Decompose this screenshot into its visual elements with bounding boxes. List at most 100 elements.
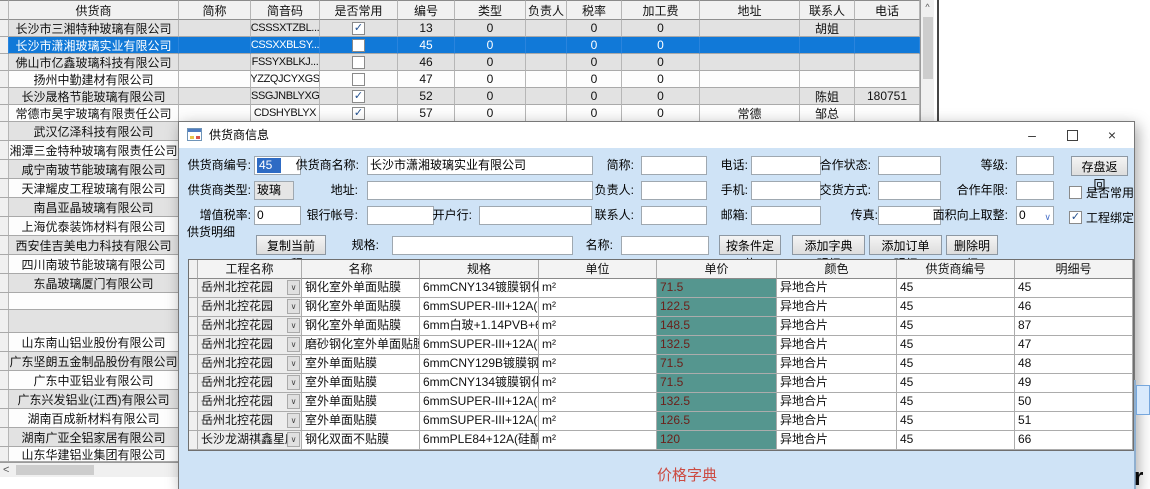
supplier-list-item[interactable]: 湖南百成新材料有限公司 [0, 409, 179, 428]
grid-cell-project[interactable]: 岳州北控花园∨ [198, 393, 302, 412]
combo-dropdown-icon[interactable]: ∨ [287, 356, 300, 371]
grid-cell-color[interactable]: 异地合片 [777, 317, 897, 336]
grid-cell-price[interactable]: 132.5 [657, 393, 777, 412]
table-row[interactable]: 长沙市潇湘玻璃实业有限公司CSSXXBLSY...45000 [0, 37, 920, 54]
grid-cell-unit[interactable]: m² [539, 298, 657, 317]
grid-row[interactable]: 岳州北控花园∨钢化室外单面贴膜6mmCNY134镀膜钢化m²71.5异地合片45… [189, 279, 1133, 298]
add-dictionary-detail-button[interactable]: 添加字典明细 [792, 235, 865, 255]
supplier-list-item[interactable] [0, 293, 179, 310]
column-header[interactable]: 类型 [455, 0, 526, 20]
grid-cell-spec[interactable]: 6mmCNY134镀膜钢化 [420, 279, 539, 298]
grid-column-header[interactable]: 名称 [302, 260, 420, 279]
scrollbar-thumb[interactable] [16, 465, 94, 475]
grid-cell-unit[interactable]: m² [539, 336, 657, 355]
dialog-titlebar[interactable]: 供货商信息 – × [179, 122, 1134, 148]
supplier-list-item[interactable]: 广东兴发铝业(江西)有限公司 [0, 390, 179, 409]
grid-column-header[interactable]: 工程名称 [198, 260, 302, 279]
grid-cell-unit[interactable]: m² [539, 374, 657, 393]
supplier-list-item[interactable]: 天津耀皮工程玻璃有限公司 [0, 179, 179, 198]
grid-cell-price[interactable]: 122.5 [657, 298, 777, 317]
supplier-list-item[interactable]: 咸宁南玻节能玻璃有限公司 [0, 160, 179, 179]
name-filter-input[interactable] [621, 236, 709, 255]
grid-row[interactable]: 岳州北控花园∨室外单面贴膜6mmCNY134镀膜钢化m²71.5异地合片4549 [189, 374, 1133, 393]
column-header[interactable]: 供货商 [9, 0, 179, 20]
grid-column-header[interactable]: 单价 [657, 260, 777, 279]
scroll-left-icon[interactable]: < [3, 463, 9, 477]
grid-cell-color[interactable]: 异地合片 [777, 431, 897, 450]
grid-cell-project[interactable]: 岳州北控花园∨ [198, 279, 302, 298]
grid-cell-color[interactable]: 异地合片 [777, 298, 897, 317]
column-header[interactable]: 地址 [700, 0, 800, 20]
table-row[interactable]: 长沙晟格节能玻璃有限公司CSSGJNBLYXGS✓52000陈姐180751 [0, 88, 920, 105]
delete-detail-button[interactable]: 删除明细 [946, 235, 998, 255]
column-header[interactable]: 加工费 [622, 0, 700, 20]
grid-cell-unit[interactable]: m² [539, 412, 657, 431]
address-input[interactable] [367, 181, 593, 200]
grid-cell-name[interactable]: 室外单面贴膜 [302, 374, 420, 393]
supplier-type-input[interactable]: 玻璃 [254, 181, 294, 200]
supplier-list-item[interactable]: 西安佳吉美电力科技有限公司 [0, 236, 179, 255]
grid-column-header[interactable]: 单位 [539, 260, 657, 279]
combo-dropdown-icon[interactable]: ∨ [287, 337, 300, 352]
save-return-button[interactable]: 存盘返回 [1071, 156, 1128, 176]
minimize-button[interactable]: – [1012, 122, 1052, 148]
supplier-list-item[interactable]: 湖南广亚全铝家居有限公司 [0, 428, 179, 447]
grid-cell-spec[interactable]: 6mmSUPER-III+12A(硅... [420, 336, 539, 355]
supplier-list-item[interactable]: 山东华建铝业集团有限公司 [0, 447, 179, 462]
grid-column-header[interactable]: 颜色 [777, 260, 897, 279]
delivery-method-input[interactable] [878, 181, 941, 200]
grid-row[interactable]: 岳州北控花园∨钢化室外单面贴膜6mmSUPER-III+12A(硅...m²12… [189, 298, 1133, 317]
grid-cell-project[interactable]: 岳州北控花园∨ [198, 412, 302, 431]
grid-cell-spec[interactable]: 6mmSUPER-III+12A(硅... [420, 298, 539, 317]
grid-cell-name[interactable]: 钢化室外单面贴膜 [302, 317, 420, 336]
grid-cell-supplier_no[interactable]: 45 [897, 279, 1015, 298]
combo-dropdown-icon[interactable]: ∨ [287, 299, 300, 314]
maximize-button[interactable] [1052, 122, 1092, 148]
bank-branch-input[interactable] [479, 206, 592, 225]
supplier-list-item[interactable]: 广东中亚铝业有限公司 [0, 371, 179, 390]
grid-row[interactable]: 长沙龙湖祺鑫星座∨钢化双面不贴膜6mmPLE84+12A(硅酮胶...m²120… [189, 431, 1133, 450]
checkbox-common[interactable] [352, 56, 365, 69]
grid-cell-color[interactable]: 异地合片 [777, 412, 897, 431]
project-binding-checkbox[interactable]: ✓ 工程绑定 [1069, 209, 1134, 226]
grid-cell-project[interactable]: 岳州北控花园∨ [198, 336, 302, 355]
grid-cell-name[interactable]: 室外单面贴膜 [302, 412, 420, 431]
grid-column-header[interactable]: 明细号 [1015, 260, 1133, 279]
grid-cell-detail_no[interactable]: 66 [1015, 431, 1133, 450]
scroll-up-icon[interactable]: ^ [921, 0, 934, 15]
combo-dropdown-icon[interactable]: ∨ [287, 432, 300, 447]
email-input[interactable] [751, 206, 821, 225]
supplier-list-item[interactable] [0, 310, 179, 333]
grade-input[interactable] [1016, 156, 1054, 175]
grid-cell-supplier_no[interactable]: 45 [897, 317, 1015, 336]
checkbox-common[interactable]: ✓ [352, 107, 365, 120]
grid-cell-price[interactable]: 120 [657, 431, 777, 450]
combo-dropdown-icon[interactable]: ∨ [287, 318, 300, 333]
grid-cell-unit[interactable]: m² [539, 279, 657, 298]
combo-dropdown-icon[interactable]: ∨ [287, 375, 300, 390]
contact-input[interactable] [641, 206, 707, 225]
grid-cell-spec[interactable]: 6mm白玻+1.14PVB+6mm... [420, 317, 539, 336]
grid-cell-detail_no[interactable]: 47 [1015, 336, 1133, 355]
column-header[interactable]: 负责人 [526, 0, 567, 20]
column-header[interactable]: 联系人 [800, 0, 855, 20]
grid-cell-name[interactable]: 钢化双面不贴膜 [302, 431, 420, 450]
supplier-list-item[interactable]: 上海优泰装饰材料有限公司 [0, 217, 179, 236]
table-row[interactable]: 长沙市三湘特种玻璃有限公司CSSSXTZBL...✓13000胡姐 [0, 20, 920, 37]
grid-cell-supplier_no[interactable]: 45 [897, 393, 1015, 412]
coop-years-input[interactable] [1016, 181, 1054, 200]
combo-dropdown-icon[interactable]: ∨ [287, 280, 300, 295]
grid-cell-color[interactable]: 异地合片 [777, 355, 897, 374]
grid-cell-name[interactable]: 室外单面贴膜 [302, 393, 420, 412]
grid-cell-supplier_no[interactable]: 45 [897, 298, 1015, 317]
column-header[interactable]: 编号 [398, 0, 455, 20]
grid-cell-spec[interactable]: 6mmCNY134镀膜钢化 [420, 374, 539, 393]
column-header[interactable]: 是否常用 [320, 0, 398, 20]
manager-input[interactable] [641, 181, 707, 200]
grid-cell-name[interactable]: 钢化室外单面贴膜 [302, 279, 420, 298]
grid-cell-detail_no[interactable]: 49 [1015, 374, 1133, 393]
grid-column-header[interactable]: 规格 [420, 260, 539, 279]
supplier-name-input[interactable]: 长沙市潇湘玻璃实业有限公司 [367, 156, 593, 175]
grid-cell-detail_no[interactable]: 51 [1015, 412, 1133, 431]
grid-cell-supplier_no[interactable]: 45 [897, 355, 1015, 374]
